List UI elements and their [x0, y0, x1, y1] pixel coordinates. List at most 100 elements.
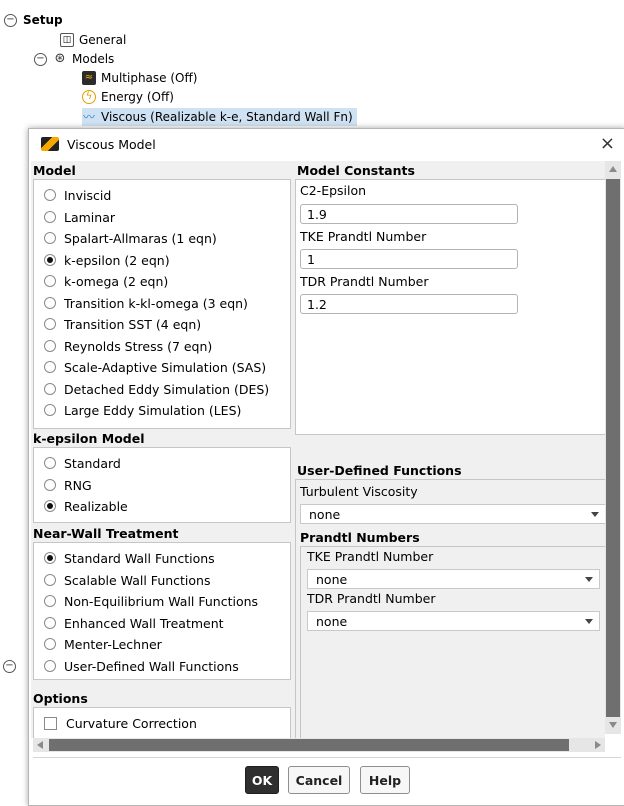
radio-button[interactable]	[44, 189, 56, 201]
radio-transition-k-kl-omega[interactable]: Transition k-kl-omega (3 eqn)	[44, 294, 248, 312]
near-wall-group: Standard Wall Functions Scalable Wall Fu…	[33, 542, 291, 680]
collapse-icon[interactable]: −	[4, 13, 17, 27]
radio-standard[interactable]: Standard	[44, 454, 121, 472]
radio-label: Transition k-kl-omega (3 eqn)	[64, 295, 248, 311]
radio-button[interactable]	[44, 479, 56, 491]
scrollbar-thumb[interactable]	[606, 179, 620, 717]
udf-tke-prandtl-select[interactable]: none	[307, 569, 600, 589]
multiphase-icon: ≈	[82, 71, 96, 85]
radio-button[interactable]	[44, 457, 56, 469]
scrollbar-thumb[interactable]	[49, 739, 569, 751]
radio-des[interactable]: Detached Eddy Simulation (DES)	[44, 380, 269, 398]
tree-item-setup[interactable]: − Setup	[4, 11, 63, 29]
radio-enhanced-wall-treatment[interactable]: Enhanced Wall Treatment	[44, 614, 224, 632]
radio-standard-wall-functions[interactable]: Standard Wall Functions	[44, 549, 215, 567]
scroll-down-icon[interactable]	[609, 722, 617, 728]
help-button[interactable]: Help	[360, 766, 410, 794]
radio-label: k-omega (2 eqn)	[64, 273, 169, 289]
radio-inviscid[interactable]: Inviscid	[44, 186, 111, 204]
udf-tke-prandtl-label: TKE Prandtl Number	[307, 549, 434, 564]
cancel-button[interactable]: Cancel	[288, 766, 350, 794]
prandtl-numbers-label: Prandtl Numbers	[300, 530, 420, 545]
tree-item-general[interactable]: ◫ General	[60, 31, 126, 49]
radio-user-defined-wall-functions[interactable]: User-Defined Wall Functions	[44, 657, 239, 675]
udf-tdr-prandtl-select[interactable]: none	[307, 611, 600, 631]
radio-sas[interactable]: Scale-Adaptive Simulation (SAS)	[44, 358, 266, 376]
radio-button[interactable]	[44, 361, 56, 373]
radio-menter-lechner[interactable]: Menter-Lechner	[44, 635, 162, 653]
tke-prandtl-input[interactable]	[300, 249, 518, 269]
tree-item-energy[interactable]: ϟ Energy (Off)	[82, 88, 174, 106]
close-icon[interactable]: ×	[600, 133, 615, 154]
tree-label-general: General	[79, 33, 127, 47]
radio-label: User-Defined Wall Functions	[64, 658, 239, 674]
model-constants-label: Model Constants	[297, 163, 415, 178]
tree-item-models[interactable]: − ⊛ Models	[34, 50, 114, 68]
chevron-down-icon	[591, 512, 599, 517]
radio-button[interactable]	[44, 340, 56, 352]
radio-label: Detached Eddy Simulation (DES)	[64, 381, 270, 397]
radio-button[interactable]	[44, 383, 56, 395]
radio-button[interactable]	[44, 211, 56, 223]
radio-spalart-allmaras[interactable]: Spalart-Allmaras (1 eqn)	[44, 229, 217, 247]
radio-transition-sst[interactable]: Transition SST (4 eqn)	[44, 315, 201, 333]
radio-button[interactable]	[44, 232, 56, 244]
select-value: none	[309, 506, 341, 522]
tree-item-multiphase[interactable]: ≈ Multiphase (Off)	[82, 69, 197, 87]
scroll-up-icon[interactable]	[609, 166, 617, 172]
radio-label: Spalart-Allmaras (1 eqn)	[64, 230, 217, 246]
radio-button-selected[interactable]	[44, 254, 56, 266]
radio-button[interactable]	[44, 638, 56, 650]
radio-reynolds-stress[interactable]: Reynolds Stress (7 eqn)	[44, 337, 212, 355]
ansys-logo-icon	[41, 137, 59, 151]
radio-label: Scale-Adaptive Simulation (SAS)	[64, 359, 267, 375]
radio-button[interactable]	[44, 297, 56, 309]
radio-non-equilibrium-wall-functions[interactable]: Non-Equilibrium Wall Functions	[44, 592, 258, 610]
radio-button[interactable]	[44, 318, 56, 330]
tree-label-energy: Energy (Off)	[101, 90, 174, 104]
radio-scalable-wall-functions[interactable]: Scalable Wall Functions	[44, 571, 211, 589]
radio-realizable[interactable]: Realizable	[44, 497, 128, 515]
radio-button[interactable]	[44, 660, 56, 672]
vertical-scrollbar[interactable]	[605, 161, 621, 734]
radio-laminar[interactable]: Laminar	[44, 208, 115, 226]
dialog-titlebar[interactable]: Viscous Model ×	[29, 129, 624, 159]
chevron-down-icon	[585, 577, 593, 582]
horizontal-scrollbar[interactable]	[33, 738, 605, 752]
c2-epsilon-label: C2-Epsilon	[300, 183, 367, 198]
options-group: Curvature Correction	[33, 707, 291, 738]
checkbox[interactable]	[44, 716, 57, 730]
radio-label: Non-Equilibrium Wall Functions	[64, 593, 259, 609]
radio-button[interactable]	[44, 275, 56, 287]
c2-epsilon-input[interactable]	[300, 204, 518, 224]
radio-button[interactable]	[44, 595, 56, 607]
radio-label: Scalable Wall Functions	[64, 572, 211, 588]
collapse-icon[interactable]: −	[34, 52, 47, 66]
model-group: Inviscid Laminar Spalart-Allmaras (1 eqn…	[33, 179, 291, 429]
radio-k-omega[interactable]: k-omega (2 eqn)	[44, 272, 168, 290]
radio-k-epsilon[interactable]: k-epsilon (2 eqn)	[44, 251, 170, 269]
turbulent-viscosity-select[interactable]: none	[300, 504, 605, 524]
chevron-down-icon	[585, 619, 593, 624]
ok-button[interactable]: OK	[245, 766, 279, 794]
model-section-label: Model	[33, 163, 76, 178]
radio-button[interactable]	[44, 617, 56, 629]
scroll-right-icon[interactable]	[595, 741, 601, 749]
options-section-label: Options	[33, 691, 88, 706]
radio-button-selected[interactable]	[44, 552, 56, 564]
footer-divider	[33, 757, 621, 758]
radio-les[interactable]: Large Eddy Simulation (LES)	[44, 401, 241, 419]
radio-button[interactable]	[44, 404, 56, 416]
scroll-left-icon[interactable]	[37, 741, 43, 749]
radio-rng[interactable]: RNG	[44, 476, 92, 494]
tdr-prandtl-input[interactable]	[300, 294, 518, 314]
radio-button[interactable]	[44, 574, 56, 586]
radio-label: Inviscid	[64, 187, 112, 203]
radio-label: Enhanced Wall Treatment	[64, 615, 224, 631]
tree-item-viscous[interactable]: 〰 Viscous (Realizable k-e, Standard Wall…	[82, 108, 357, 126]
checkbox-curvature-correction[interactable]: Curvature Correction	[44, 714, 197, 732]
collapse-icon[interactable]: −	[3, 660, 16, 673]
viscous-model-dialog: Viscous Model × Model Inviscid Laminar S…	[28, 128, 624, 806]
radio-button-selected[interactable]	[44, 500, 56, 512]
udf-group: Turbulent Viscosity none Prandtl Numbers…	[295, 479, 605, 738]
